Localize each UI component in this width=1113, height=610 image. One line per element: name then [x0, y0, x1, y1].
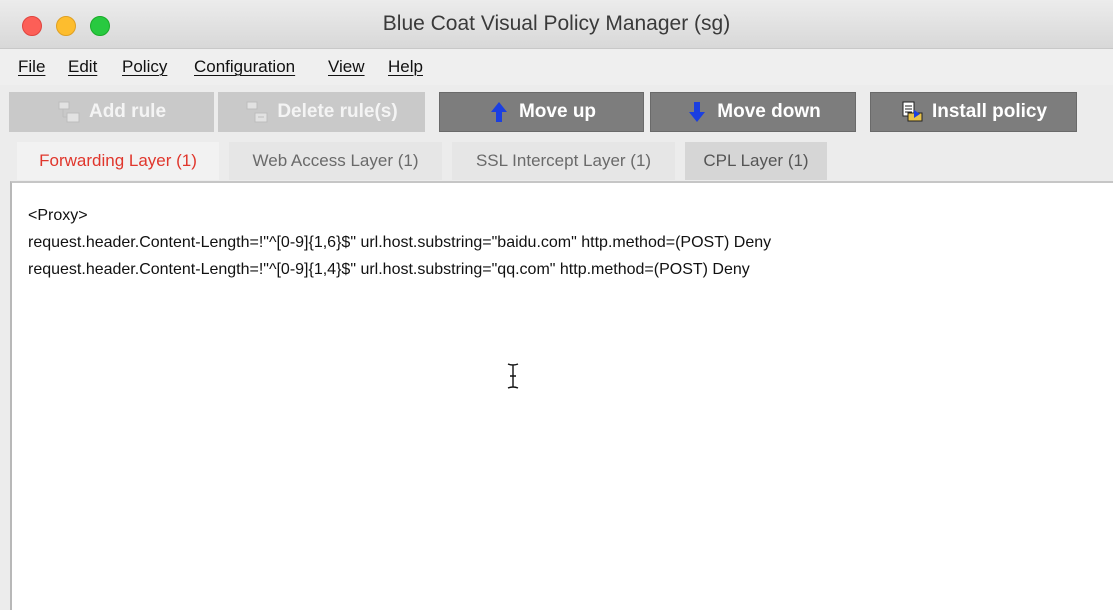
editor-line: request.header.Content-Length=!"^[0-9]{1… [28, 261, 750, 278]
arrow-up-icon [487, 100, 511, 124]
move-up-label: Move up [518, 101, 597, 122]
install-policy-label: Install policy [931, 101, 1048, 122]
tab-forwarding-layer[interactable]: Forwarding Layer (1) [17, 142, 219, 180]
add-rule-label: Add rule [88, 101, 167, 122]
menu-edit[interactable]: Edit [68, 57, 97, 77]
delete-rule-button[interactable]: Delete rule(s) [218, 92, 425, 132]
editor-line: request.header.Content-Length=!"^[0-9]{1… [28, 234, 772, 251]
menu-policy[interactable]: Policy [122, 57, 167, 77]
title-bar: Blue Coat Visual Policy Manager (sg) [0, 0, 1113, 49]
menu-view[interactable]: View [328, 57, 365, 77]
install-policy-icon [900, 100, 924, 124]
editor-line: <Proxy> [28, 207, 88, 224]
menu-help[interactable]: Help [388, 57, 423, 77]
move-down-button[interactable]: Move down [650, 92, 856, 132]
tab-cpl-layer[interactable]: CPL Layer (1) [685, 142, 827, 180]
delete-rule-label: Delete rule(s) [277, 101, 398, 122]
cpl-text-editor[interactable]: <Proxy> request.header.Content-Length=!"… [10, 181, 1113, 610]
add-rule-icon [57, 100, 81, 124]
move-up-button[interactable]: Move up [439, 92, 644, 132]
add-rule-button[interactable]: Add rule [9, 92, 214, 132]
menu-configuration[interactable]: Configuration [194, 57, 295, 77]
delete-rule-icon [245, 100, 269, 124]
arrow-down-icon [685, 100, 709, 124]
text-cursor-icon [507, 363, 519, 394]
install-policy-button[interactable]: Install policy [870, 92, 1077, 132]
menu-bar: File Edit Policy Configuration View Help [0, 49, 1113, 85]
tab-web-access-layer[interactable]: Web Access Layer (1) [229, 142, 442, 180]
window-title: Blue Coat Visual Policy Manager (sg) [382, 12, 731, 35]
move-down-label: Move down [717, 101, 821, 122]
tab-ssl-intercept-layer[interactable]: SSL Intercept Layer (1) [452, 142, 675, 180]
menu-file[interactable]: File [18, 57, 45, 77]
